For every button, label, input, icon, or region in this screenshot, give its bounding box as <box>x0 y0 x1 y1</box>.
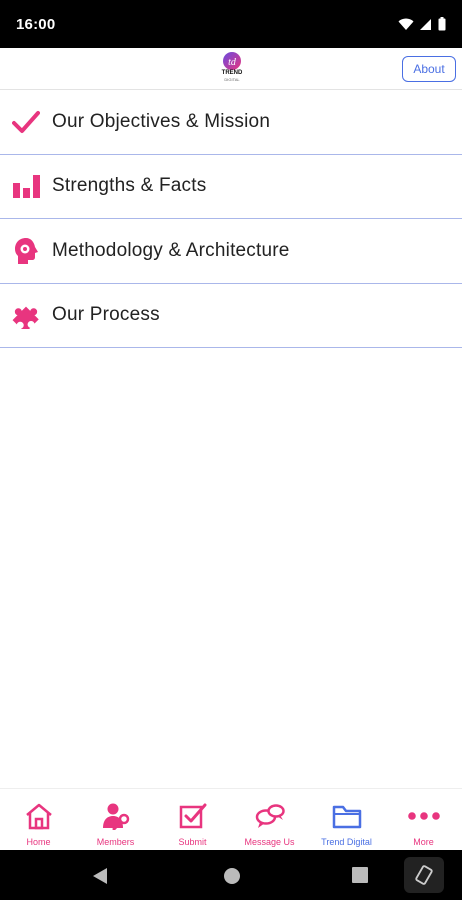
tab-label: Home <box>26 837 51 847</box>
rotate-screen-icon[interactable] <box>404 857 444 893</box>
back-icon[interactable] <box>92 867 108 885</box>
menu-item-methodology[interactable]: Methodology & Architecture <box>0 219 462 284</box>
menu-item-label: Our Objectives & Mission <box>52 110 271 132</box>
app-logo: td TREND DIGITAL <box>214 51 250 87</box>
recent-apps-icon[interactable] <box>352 867 368 883</box>
submit-checkbox-icon <box>178 801 208 831</box>
puzzle-icon <box>0 301 52 330</box>
menu-item-label: Our Process <box>52 304 160 326</box>
checkmark-icon <box>0 110 52 134</box>
tab-more[interactable]: More <box>385 789 462 850</box>
bottom-tab-bar: Home Members Submit Message Us Trend Dig… <box>0 788 462 850</box>
home-circle-icon[interactable] <box>223 867 241 885</box>
status-time: 16:00 <box>16 15 56 33</box>
app-header: td TREND DIGITAL About <box>0 48 462 90</box>
tab-home[interactable]: Home <box>0 789 77 850</box>
battery-icon <box>438 17 446 31</box>
signal-icon <box>420 18 431 30</box>
tab-submit[interactable]: Submit <box>154 789 231 850</box>
logo-text: TREND <box>221 70 243 76</box>
menu-item-label: Strengths & Facts <box>52 175 207 197</box>
status-icons <box>398 17 446 31</box>
wifi-icon <box>398 18 414 30</box>
menu-list: Our Objectives & Mission Strengths & Fac… <box>0 90 462 348</box>
logo-subtext: DIGITAL <box>224 77 240 82</box>
bar-chart-icon <box>0 173 52 199</box>
menu-item-label: Methodology & Architecture <box>52 239 290 261</box>
tab-trend-digital[interactable]: Trend Digital <box>308 789 385 850</box>
system-nav-bar <box>0 850 462 900</box>
tab-members[interactable]: Members <box>77 789 154 850</box>
tab-label: Members <box>96 837 135 847</box>
svg-text:td: td <box>228 57 237 68</box>
more-dots-icon <box>407 801 441 831</box>
menu-item-strengths[interactable]: Strengths & Facts <box>0 155 462 219</box>
status-bar: 16:00 <box>0 0 462 48</box>
tab-message-us[interactable]: Message Us <box>231 789 308 850</box>
chat-bubbles-icon <box>254 801 286 831</box>
tab-label: Message Us <box>244 837 295 847</box>
tab-label: More <box>413 837 434 847</box>
about-button[interactable]: About <box>402 56 456 82</box>
tab-label: Submit <box>178 837 207 847</box>
members-icon <box>101 801 131 831</box>
tab-label: Trend Digital <box>321 837 372 847</box>
menu-item-objectives[interactable]: Our Objectives & Mission <box>0 90 462 155</box>
head-gear-icon <box>0 237 52 265</box>
logo-icon: td <box>223 52 241 70</box>
menu-item-process[interactable]: Our Process <box>0 284 462 348</box>
folder-icon <box>332 801 362 831</box>
home-icon <box>24 801 54 831</box>
